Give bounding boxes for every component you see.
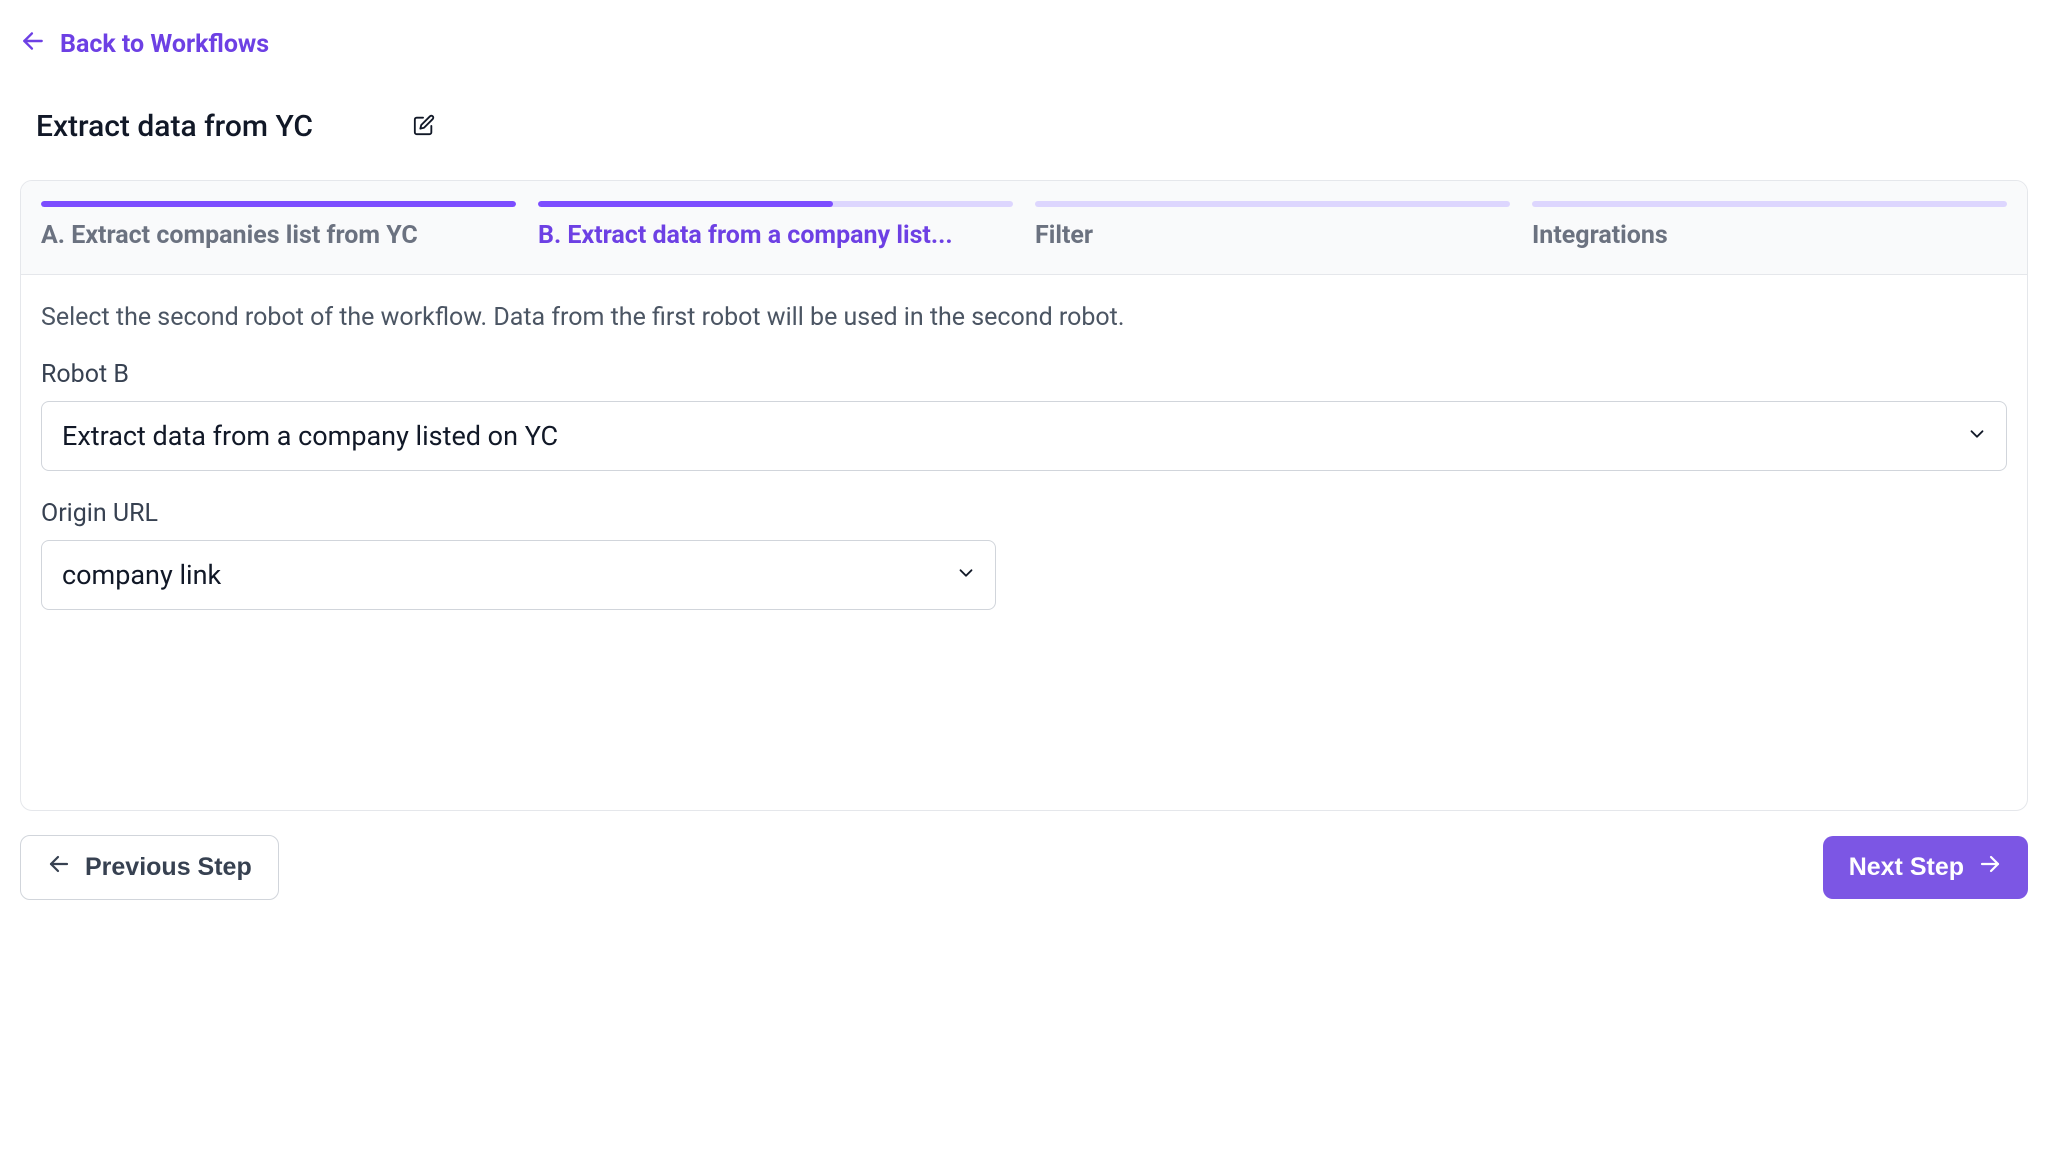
step-label: A. Extract companies list from YC (41, 221, 516, 250)
origin-url-label: Origin URL (41, 499, 2007, 528)
robot-b-value: Extract data from a company listed on YC (62, 420, 558, 452)
origin-url-value: company link (62, 559, 221, 591)
card-body: Select the second robot of the workflow.… (21, 275, 2027, 810)
step-a[interactable]: A. Extract companies list from YC (41, 201, 516, 250)
robot-b-select[interactable]: Extract data from a company listed on YC (41, 401, 2007, 471)
chevron-down-icon (1966, 423, 1988, 449)
next-step-label: Next Step (1849, 853, 1964, 882)
page-title: Extract data from YC (36, 109, 313, 144)
chevron-down-icon (955, 562, 977, 588)
back-link-label: Back to Workflows (60, 30, 269, 59)
workflow-card: A. Extract companies list from YC B. Ext… (20, 180, 2028, 811)
next-step-button[interactable]: Next Step (1823, 836, 2028, 899)
robot-b-label: Robot B (41, 360, 2007, 389)
edit-icon[interactable] (413, 114, 435, 140)
footer: Previous Step Next Step (0, 811, 2048, 924)
step-bar (1035, 201, 1510, 207)
step-bar (41, 201, 516, 207)
step-label: Integrations (1532, 221, 2007, 250)
back-to-workflows-link[interactable]: Back to Workflows (20, 28, 269, 61)
step-filter[interactable]: Filter (1035, 201, 1510, 250)
step-label: Filter (1035, 221, 1510, 250)
step-bar (538, 201, 1013, 207)
step-label: B. Extract data from a company list... (538, 221, 1013, 250)
stepper: A. Extract companies list from YC B. Ext… (21, 181, 2027, 275)
step-bar (1532, 201, 2007, 207)
step-b[interactable]: B. Extract data from a company list... (538, 201, 1013, 250)
instruction-text: Select the second robot of the workflow.… (41, 303, 2007, 332)
step-integrations[interactable]: Integrations (1532, 201, 2007, 250)
previous-step-button[interactable]: Previous Step (20, 835, 279, 900)
previous-step-label: Previous Step (85, 853, 252, 882)
arrow-right-icon (1978, 852, 2002, 883)
origin-url-select[interactable]: company link (41, 540, 996, 610)
arrow-left-icon (47, 852, 71, 883)
arrow-left-icon (20, 28, 46, 61)
